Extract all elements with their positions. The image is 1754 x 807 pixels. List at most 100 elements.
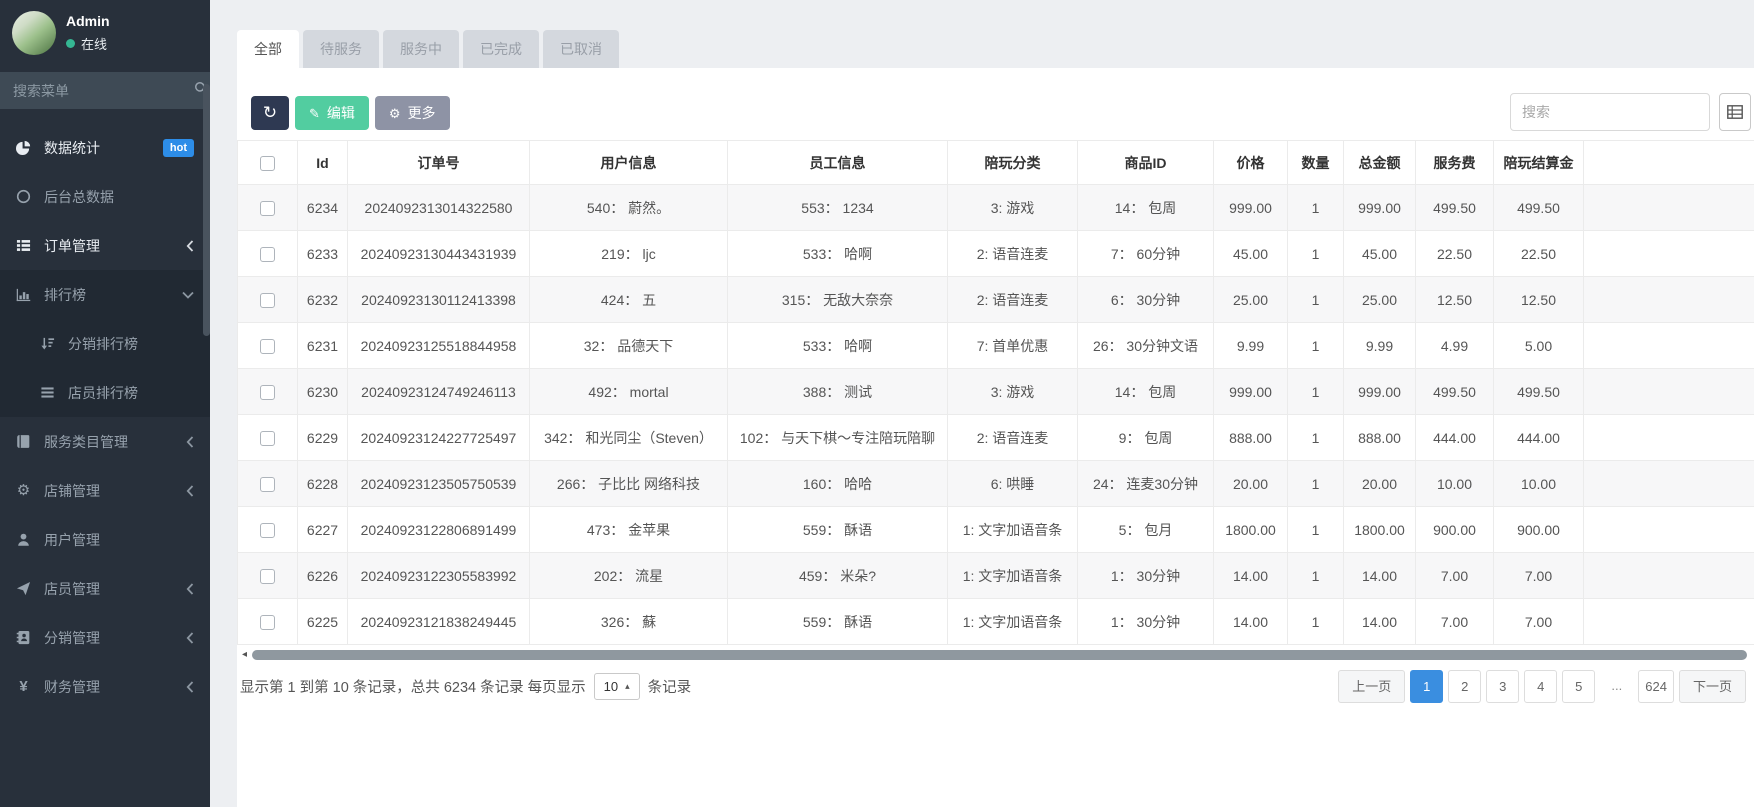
tab-pending[interactable]: 待服务 <box>303 30 379 68</box>
cell-staff: 559： 酥语 <box>727 506 948 553</box>
tab-in-service[interactable]: 服务中 <box>383 30 459 68</box>
cell-order-no: 20240923124749246113 <box>347 368 530 415</box>
cell-price: 14.00 <box>1213 598 1288 645</box>
bar-chart-icon <box>14 287 33 302</box>
menu-search-input[interactable] <box>13 82 194 99</box>
sidebar-item-users[interactable]: 用户管理 <box>0 515 210 564</box>
cell-staff: 459： 米朵? <box>727 552 948 599</box>
page-button-624[interactable]: 624 <box>1638 670 1674 703</box>
table-footer: 显示第 1 到第 10 条记录，总共 6234 条记录 每页显示 10 ▴ 条记… <box>237 670 1754 703</box>
select-all-cell <box>237 140 298 185</box>
scrollbar-thumb[interactable] <box>252 649 1747 660</box>
pagination: 上一页 1 2 3 4 5 ... 624 下一页 <box>1338 670 1746 703</box>
chevron-left-icon <box>186 484 194 497</box>
prev-page-button[interactable]: 上一页 <box>1338 670 1406 703</box>
cell-settle: 900.00 <box>1493 506 1584 553</box>
cell-category: 1: 文字加语音条 <box>947 506 1078 553</box>
cell-id: 6228 <box>297 460 348 507</box>
col-product-id: 商品ID <box>1077 140 1214 185</box>
cell-user: 219： ljc <box>529 230 728 277</box>
next-page-button[interactable]: 下一页 <box>1678 670 1746 703</box>
page-size-select[interactable]: 10 ▴ <box>593 673 640 700</box>
cell-staff: 160： 哈哈 <box>727 460 948 507</box>
cell-fee: 4.99 <box>1415 322 1494 369</box>
page-button-3[interactable]: 3 <box>1486 670 1520 703</box>
orders-table: Id 订单号 用户信息 员工信息 陪玩分类 商品ID 价格 数量 总金额 服务费… <box>237 140 1754 645</box>
table-search-input[interactable] <box>1510 93 1710 131</box>
cell-total: 14.00 <box>1343 598 1416 645</box>
sidebar-item-clerk-ranking[interactable]: 店员排行榜 <box>0 368 210 417</box>
cell-qty: 1 <box>1287 368 1344 415</box>
sidebar-scrollbar-thumb[interactable] <box>203 84 210 336</box>
row-checkbox[interactable] <box>260 430 275 446</box>
sidebar-item-stats[interactable]: 数据统计 hot <box>0 123 210 172</box>
row-checkbox[interactable] <box>260 200 275 216</box>
tab-completed[interactable]: 已完成 <box>463 30 539 68</box>
select-all-checkbox[interactable] <box>260 155 275 171</box>
page-button-5[interactable]: 5 <box>1562 670 1596 703</box>
cell-total: 45.00 <box>1343 230 1416 277</box>
cell-product: 14： 包周 <box>1077 184 1214 231</box>
col-order-no: 订单号 <box>347 140 530 185</box>
list-lines-icon <box>38 385 57 400</box>
sidebar-item-service-category[interactable]: 服务类目管理 <box>0 417 210 466</box>
row-checkbox[interactable] <box>260 568 275 584</box>
sidebar-item-distribution[interactable]: 分销管理 <box>0 613 210 662</box>
cell-staff: 533： 哈啊 <box>727 230 948 277</box>
cell-staff: 388： 测试 <box>727 368 948 415</box>
cell-order-no: 20240923130112413398 <box>347 276 530 323</box>
sidebar-item-ranking[interactable]: 排行榜 <box>0 270 210 319</box>
row-checkbox[interactable] <box>260 292 275 308</box>
tab-all[interactable]: 全部 <box>237 30 299 68</box>
sidebar-item-clerk[interactable]: 店员管理 <box>0 564 210 613</box>
user-profile[interactable]: Admin 在线 <box>0 0 210 66</box>
tab-cancelled[interactable]: 已取消 <box>543 30 619 68</box>
sidebar-item-label: 店铺管理 <box>44 482 100 499</box>
row-checkbox[interactable] <box>260 476 275 492</box>
cell-qty: 1 <box>1287 598 1344 645</box>
cell-id: 6234 <box>297 184 348 231</box>
content-panel: ↻ ✎ 编辑 ⚙ 更多 Id 订单号 <box>237 68 1754 807</box>
row-checkbox[interactable] <box>260 338 275 354</box>
sidebar-item-finance[interactable]: ¥ 财务管理 <box>0 662 210 711</box>
row-checkbox[interactable] <box>260 384 275 400</box>
scroll-left-arrow[interactable]: ◂ <box>242 649 247 660</box>
cell-settle: 499.50 <box>1493 184 1584 231</box>
sidebar-item-distribution-ranking[interactable]: 分销排行榜 <box>0 319 210 368</box>
page-button-2[interactable]: 2 <box>1448 670 1482 703</box>
cell-fee: 10.00 <box>1415 460 1494 507</box>
col-qty: 数量 <box>1287 140 1344 185</box>
chevron-left-icon <box>186 680 194 693</box>
table-row: 6233 20240923130443431939 219： ljc 533： … <box>237 230 1754 277</box>
row-checkbox[interactable] <box>260 614 275 630</box>
cell-settle: 22.50 <box>1493 230 1584 277</box>
refresh-button[interactable]: ↻ <box>251 96 289 130</box>
cell-category: 2: 语音连麦 <box>947 276 1078 323</box>
cell-price: 999.00 <box>1213 184 1288 231</box>
row-checkbox[interactable] <box>260 522 275 538</box>
cell-id: 6225 <box>297 598 348 645</box>
cell-product: 9： 包周 <box>1077 414 1214 461</box>
edit-button[interactable]: ✎ 编辑 <box>295 96 369 130</box>
cell-filler <box>1583 230 1754 277</box>
cell-order-no: 20240923130443431939 <box>347 230 530 277</box>
cell-fee: 499.50 <box>1415 368 1494 415</box>
sidebar-item-shop[interactable]: ⚙ 店铺管理 <box>0 466 210 515</box>
col-settle: 陪玩结算金 <box>1493 140 1584 185</box>
cell-qty: 1 <box>1287 414 1344 461</box>
more-button[interactable]: ⚙ 更多 <box>374 96 450 130</box>
sidebar-item-label: 分销排行榜 <box>68 335 138 352</box>
cell-fee: 7.00 <box>1415 598 1494 645</box>
sidebar-item-orders[interactable]: 订单管理 <box>0 221 210 270</box>
summary-prefix: 显示第 1 到第 10 条记录，总共 6234 条记录 每页显示 <box>240 680 586 696</box>
columns-toggle-button[interactable] <box>1719 93 1751 131</box>
caret-up-icon: ▴ <box>625 681 630 691</box>
sidebar-item-backend-data[interactable]: 后台总数据 <box>0 172 210 221</box>
cell-user: 326： 蘇 <box>529 598 728 645</box>
page-button-4[interactable]: 4 <box>1524 670 1558 703</box>
cell-order-no: 20240923124227725497 <box>347 414 530 461</box>
row-checkbox[interactable] <box>260 246 275 262</box>
page-button-1[interactable]: 1 <box>1410 670 1444 703</box>
cell-fee: 499.50 <box>1415 184 1494 231</box>
cell-user: 473： 金苹果 <box>529 506 728 553</box>
